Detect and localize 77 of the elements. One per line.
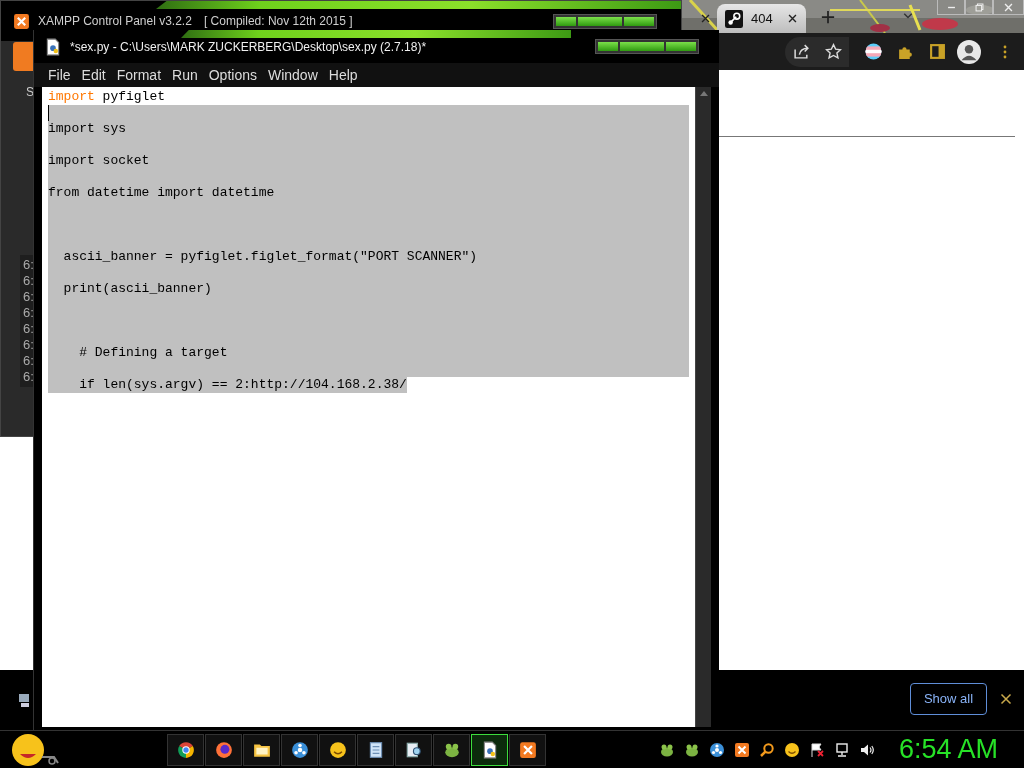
taskbar-button[interactable] <box>281 733 318 766</box>
taskbar-button[interactable] <box>319 733 356 766</box>
menu-item[interactable]: Help <box>328 64 358 86</box>
window-title: XAMPP Control Panel v3.2.2 <box>38 13 192 30</box>
logo-icon <box>734 741 750 758</box>
share-icon <box>792 43 810 60</box>
restore-icon <box>973 1 985 13</box>
tray-button[interactable] <box>734 741 750 758</box>
smiley-icon <box>328 740 347 759</box>
browser-icon <box>214 740 233 759</box>
log-time: 6: <box>22 289 35 305</box>
log-time: 6: <box>22 321 35 337</box>
close-icon <box>700 13 711 24</box>
menu-item[interactable]: Format <box>116 64 162 86</box>
site-icon <box>725 9 743 28</box>
menu-item[interactable]: Run <box>172 64 198 86</box>
taskbar-button[interactable] <box>509 733 546 766</box>
log-time: 6: <box>22 369 35 385</box>
menu-item[interactable]: File <box>48 64 71 86</box>
code-line: import pyfiglet <box>48 89 166 105</box>
logo-icon <box>518 740 537 759</box>
striped-circle-icon <box>864 43 882 60</box>
tab-title: 404 <box>751 9 774 28</box>
address-bar[interactable] <box>785 36 849 67</box>
menu-item[interactable]: Edit <box>81 64 106 86</box>
tray-button[interactable] <box>784 741 800 758</box>
show-all-button[interactable]: Show all <box>910 682 987 715</box>
browser-icon <box>176 740 195 759</box>
taskbar-button[interactable] <box>433 733 470 766</box>
taskbar-button[interactable] <box>167 733 204 766</box>
plus-icon <box>821 10 835 24</box>
log-time: 6: <box>22 273 35 289</box>
minimize-button[interactable] <box>556 16 576 26</box>
computer-icon <box>18 692 32 708</box>
tray-button[interactable] <box>834 741 850 758</box>
maximize-button[interactable] <box>578 16 622 26</box>
logo-icon <box>13 12 30 30</box>
clock[interactable]: 6:54 AM <box>899 729 999 768</box>
scroll-up-icon <box>698 89 709 97</box>
more-icon <box>1003 43 1007 60</box>
taskbar-button[interactable] <box>471 733 508 766</box>
disc-icon <box>709 741 725 758</box>
network-icon <box>834 741 850 758</box>
sidebar-icon <box>928 43 946 60</box>
close-icon <box>787 13 798 24</box>
taskbar-button[interactable] <box>395 733 432 766</box>
scrollbar[interactable] <box>695 87 711 727</box>
disc-icon <box>290 740 309 759</box>
taskbar-button[interactable] <box>357 733 394 766</box>
avatar-icon <box>957 39 981 64</box>
document-icon <box>404 740 423 759</box>
taskbar-button[interactable] <box>205 733 242 766</box>
smiley-icon <box>784 741 800 758</box>
search-icon <box>759 741 775 758</box>
close-icon <box>1003 1 1014 13</box>
flag-icon <box>809 741 825 758</box>
log-time: 6: <box>22 257 35 273</box>
taskbar-button[interactable] <box>243 733 280 766</box>
document-icon <box>44 37 62 56</box>
tray-button[interactable] <box>709 741 725 758</box>
close-icon <box>1000 692 1012 705</box>
close-tab-button[interactable] <box>700 13 711 24</box>
restore-button[interactable] <box>965 0 993 15</box>
tray-button[interactable] <box>809 741 825 758</box>
tray-button[interactable] <box>759 741 775 758</box>
side-label: S <box>26 84 34 101</box>
menu-item[interactable]: Window <box>267 64 318 86</box>
log-time: 6: <box>22 305 35 321</box>
window-title: *sex.py - C:\Users\MARK ZUCKERBERG\Desktop\sex.py (2.7.18)* <box>70 38 427 56</box>
log-time: 6: <box>22 337 35 353</box>
close-button[interactable] <box>624 16 654 26</box>
menu-item[interactable]: Options <box>208 64 257 86</box>
log-time: 6: <box>22 353 35 369</box>
star-icon <box>824 43 842 60</box>
close-tab-button[interactable] <box>787 13 798 24</box>
build-label: [ Compiled: Nov 12th 2015 ] <box>203 13 353 30</box>
browser-tab[interactable]: 404 <box>717 4 806 33</box>
